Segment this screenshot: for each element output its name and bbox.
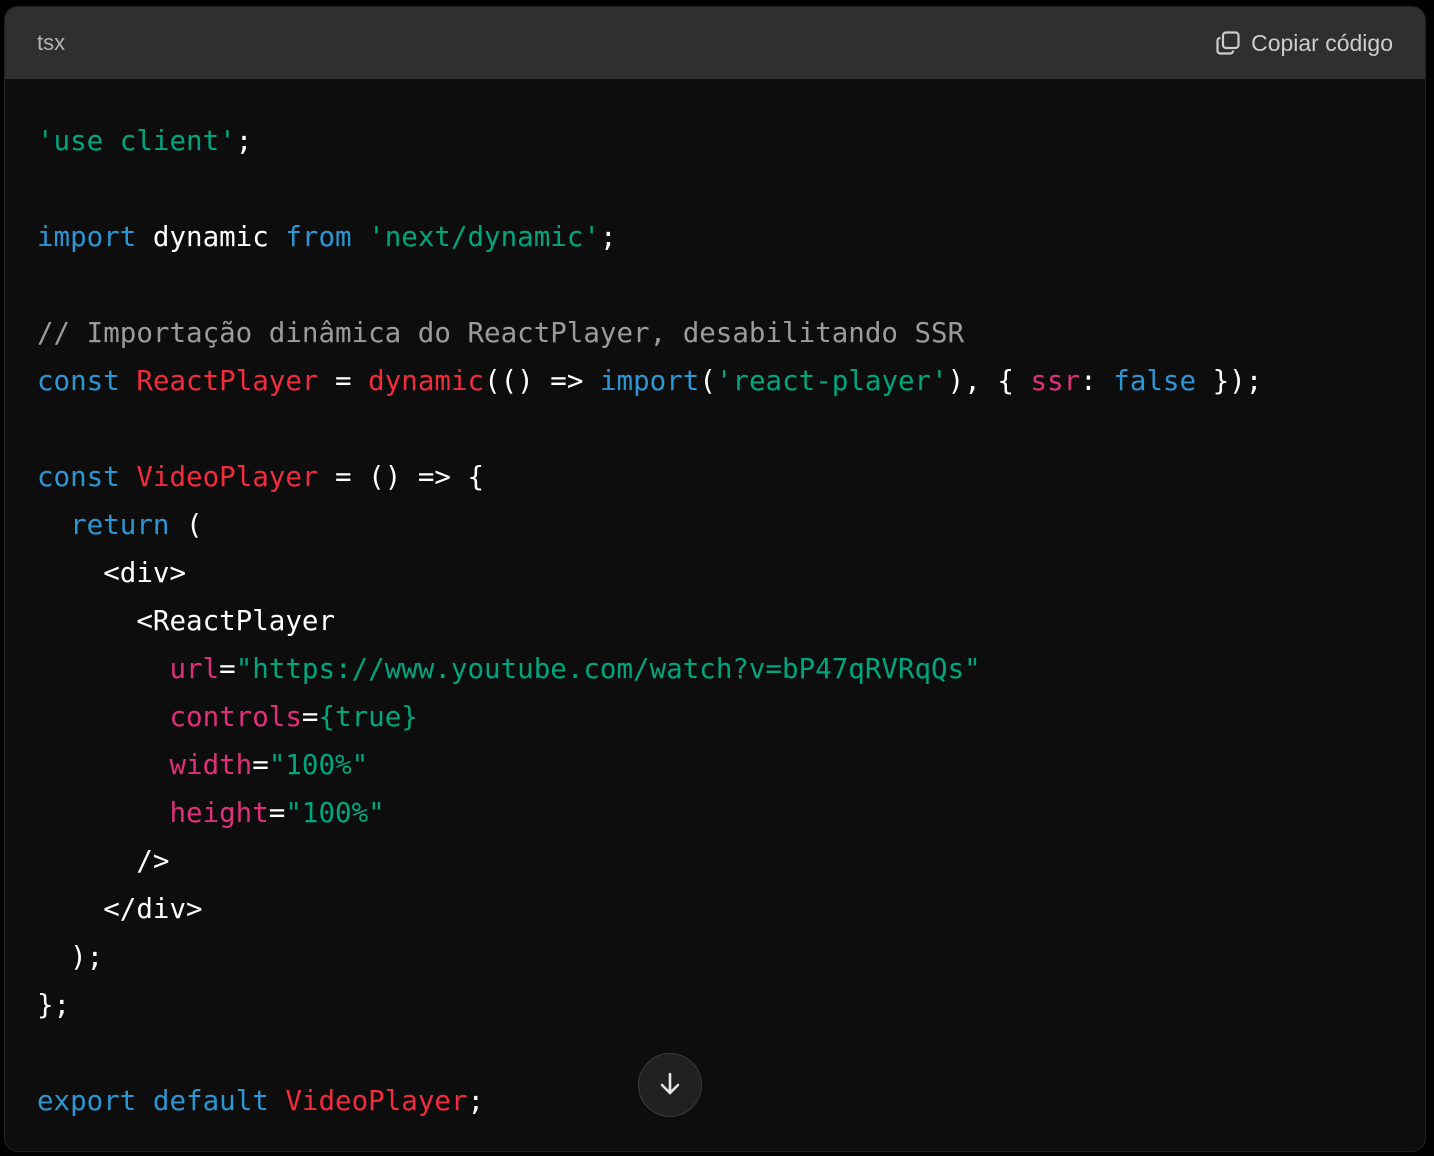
code-token: const [37,365,120,397]
code-token: "100%" [285,797,385,829]
code-token: }; [37,989,71,1021]
code-token: = [219,653,236,685]
code-line: width="100%" [37,741,1393,789]
scroll-down-button[interactable] [638,1053,702,1117]
code-token: = [268,797,286,829]
code-line: ); [37,933,1393,981]
code-token: VideoPlayer [136,461,319,493]
code-line: return ( [37,501,1393,549]
code-token: <div> [37,557,187,589]
code-token: ), { [947,365,1031,397]
code-block-header: tsx Copiar código [5,7,1425,79]
code-token: ( [169,509,203,541]
code-token: ; [467,1085,485,1117]
code-token: return [70,509,170,541]
code-token: }); [1196,365,1263,397]
code-content: 'use client'; import dynamic from 'next/d… [5,79,1425,1125]
code-token: = [301,701,319,733]
code-token: : [1080,365,1114,397]
code-token: "100%" [268,749,369,781]
code-line: /> [37,837,1393,885]
code-token: ; [599,221,617,253]
code-token: = () => { [318,461,485,493]
code-line: height="100%" [37,789,1393,837]
code-token: height [169,797,269,829]
code-token: dynamic [368,365,485,397]
copy-code-button[interactable]: Copiar código [1215,30,1393,57]
code-token: import [599,365,700,397]
code-token: ReactPlayer [136,365,319,397]
code-line: import dynamic from 'next/dynamic'; [37,213,1393,261]
code-token: (() => [484,365,600,397]
code-line: // Importação dinâmica do ReactPlayer, d… [37,309,1393,357]
code-token: ); [37,941,104,973]
code-token: = [252,749,269,781]
code-token: <ReactPlayer [37,605,336,637]
code-line: const VideoPlayer = () => { [37,453,1393,501]
code-token: dynamic [136,221,286,253]
code-token: from [285,221,352,253]
code-line: const ReactPlayer = dynamic(() => import… [37,357,1393,405]
code-token: width [169,749,253,781]
language-label: tsx [37,30,66,55]
code-token: export [37,1085,137,1117]
code-token: ssr [1030,365,1081,397]
code-token: 'react-player' [715,365,948,397]
code-line: }; [37,981,1393,1029]
code-line: 'use client'; [37,117,1393,165]
code-token: = [318,365,369,397]
code-token: false [1113,365,1197,397]
code-token: import [37,221,137,253]
arrow-down-icon [655,1069,685,1102]
code-token: "https://www.youtube.com/watch?v=bP47qRV… [235,653,981,685]
code-token: VideoPlayer [285,1085,468,1117]
code-line: export default VideoPlayer; [37,1077,1393,1125]
code-token: </div> [37,893,203,925]
code-token: 'use client' [37,125,236,157]
code-token: /> [37,845,170,877]
code-token: ( [699,365,716,397]
code-line: <ReactPlayer [37,597,1393,645]
code-line: controls={true} [37,693,1393,741]
code-token: {true} [318,701,418,733]
code-token: controls [169,701,302,733]
code-line: <div> [37,549,1393,597]
code-token: // Importação dinâmica do ReactPlayer, d… [37,317,965,349]
copy-icon [1215,30,1241,56]
code-token: url [169,653,220,685]
code-token: ; [235,125,253,157]
code-block: tsx Copiar código 'use client'; import dy… [4,6,1426,1152]
copy-code-label: Copiar código [1251,29,1393,56]
code-token: 'next/dynamic' [368,221,600,253]
code-line: </div> [37,885,1393,933]
code-token: default [152,1085,269,1117]
code-line: url="https://www.youtube.com/watch?v=bP4… [37,645,1393,693]
code-token: const [37,461,120,493]
